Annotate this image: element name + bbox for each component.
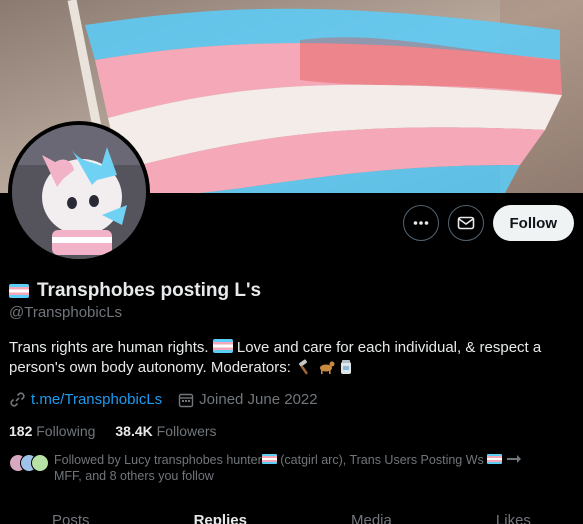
- profile-bio: Trans rights are human rights. Love and …: [9, 338, 569, 378]
- tab-replies[interactable]: Replies: [194, 512, 247, 524]
- joined-date: Joined June 2022: [178, 391, 318, 408]
- jar-icon: [341, 360, 352, 374]
- followed-by-avatars: [9, 452, 49, 484]
- link-icon: [10, 392, 25, 407]
- hammer-icon: [299, 359, 308, 375]
- followers-label: Followers: [156, 423, 217, 439]
- profile-avatar[interactable]: [8, 121, 150, 263]
- trans-flag-icon: [212, 339, 233, 353]
- profile-meta: t.me/TransphobicLs Joined June 2022: [9, 391, 318, 408]
- following-label: Following: [36, 423, 96, 439]
- trans-flag-icon: [9, 284, 29, 298]
- avatar-image: [12, 125, 146, 259]
- calendar-icon: [178, 393, 194, 407]
- followed-by-prefix: Followed by Lucy transphobes hunter: [54, 453, 262, 467]
- tab-posts[interactable]: Posts: [52, 512, 90, 524]
- followed-by-text: Followed by Lucy transphobes hunter (cat…: [54, 452, 522, 484]
- more-button[interactable]: [402, 205, 439, 241]
- following-link[interactable]: 182 Following: [9, 423, 95, 439]
- display-name: Transphobes posting L's: [37, 280, 262, 301]
- website-text[interactable]: t.me/TransphobicLs: [31, 391, 162, 408]
- profile-handle: @TransphobicLs: [9, 304, 123, 321]
- display-name-row: Transphobes posting L's: [9, 280, 261, 302]
- follow-counts: 182 Following 38.4K Followers: [9, 423, 217, 439]
- followers-count: 38.4K: [115, 423, 153, 439]
- profile-tabs: Posts Replies Media Likes: [0, 512, 583, 524]
- followers-link[interactable]: 38.4K Followers: [115, 423, 216, 439]
- tab-likes[interactable]: Likes: [496, 512, 531, 524]
- joined-text: Joined June 2022: [199, 391, 318, 408]
- followed-by-mid: (catgirl arc), Trans Users Posting Ws: [280, 453, 484, 467]
- more-icon: [413, 221, 428, 225]
- dog-icon: [320, 361, 335, 374]
- website-link[interactable]: t.me/TransphobicLs: [9, 391, 162, 408]
- avatar: [31, 454, 49, 472]
- trans-flag-icon: [261, 454, 277, 464]
- followed-by[interactable]: Followed by Lucy transphobes hunter (cat…: [9, 452, 569, 484]
- followed-by-suffix: MFF, and 8 others you follow: [54, 469, 214, 483]
- profile-actions: Follow: [402, 205, 574, 241]
- following-count: 182: [9, 423, 33, 439]
- trans-flag-icon: [487, 454, 503, 464]
- mail-icon: [457, 216, 474, 230]
- moderator-icons: [297, 359, 353, 375]
- bio-text: Trans rights are human rights.: [9, 339, 209, 356]
- tab-media[interactable]: Media: [351, 512, 392, 524]
- follow-button[interactable]: Follow: [492, 205, 574, 241]
- soon-arrow-icon: [506, 455, 521, 463]
- message-button[interactable]: [447, 205, 484, 241]
